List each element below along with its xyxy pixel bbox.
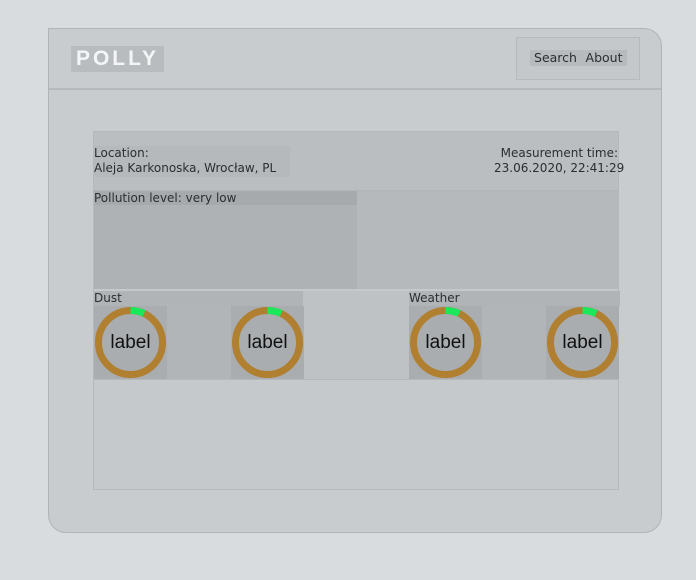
dust-gauge-2: label [231,306,304,379]
panel-bottom-area [94,379,618,490]
pollution-side-area [357,191,619,289]
measurement-info-row: Location: Aleja Karkonoska, Wrocław, PL … [94,132,625,191]
location-block: Location: Aleja Karkonoska, Wrocław, PL [94,146,290,177]
header: POLLY Search About [49,29,661,90]
gauge-label: label [562,332,603,353]
gauge-label: label [425,332,466,353]
time-label: Measurement time: [500,146,618,160]
app-window: POLLY Search About Location: Aleja Karko… [48,28,662,533]
weather-gauge-2: label [546,306,619,379]
dust-gauge-gap [167,306,240,379]
dust-section-title: Dust [94,291,303,306]
weather-gauge-1: label [409,306,482,379]
nav-menu: Search About [516,37,640,80]
location-label: Location: [94,146,149,160]
location-value: Aleja Karkonoska, Wrocław, PL [94,161,277,175]
weather-section-title: Weather [409,291,620,306]
app-logo[interactable]: POLLY [71,46,164,72]
measurement-panel: Location: Aleja Karkonoska, Wrocław, PL … [93,131,625,490]
section-spacer [303,291,409,379]
nav-about-link[interactable]: About [581,50,627,66]
pollution-block: Pollution level: very low [94,191,357,289]
pollution-level: Pollution level: very low [94,191,357,205]
dust-gauge-1: label [94,306,167,379]
gauge-label: label [247,332,288,353]
time-block: Measurement time: 23.06.2020, 22:41:29 [494,146,625,177]
time-value: 23.06.2020, 22:41:29 [494,161,625,175]
weather-gauge-gap [482,306,555,379]
gauge-label: label [110,332,151,353]
nav-search-link[interactable]: Search [530,50,581,66]
